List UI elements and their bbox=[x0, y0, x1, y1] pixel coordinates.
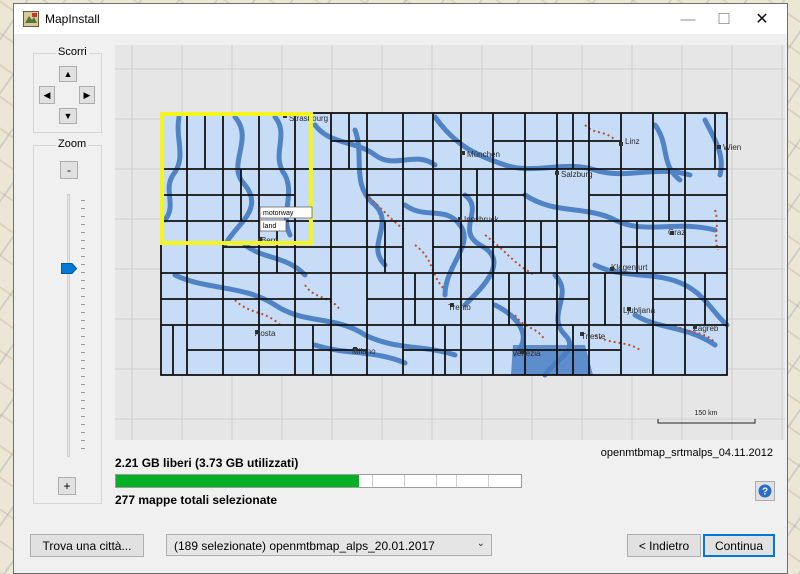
maximize-button[interactable]: ☐ bbox=[707, 4, 741, 34]
zoom-in-label: + bbox=[63, 479, 71, 493]
city-label-venezia: Venezia bbox=[512, 349, 541, 358]
city-label-graz: Graz bbox=[668, 228, 685, 237]
back-button[interactable]: < Indietro bbox=[627, 534, 701, 557]
arrow-right-icon: ▶ bbox=[83, 89, 91, 100]
arrow-down-icon: ▼ bbox=[63, 111, 73, 121]
help-button[interactable]: ? bbox=[755, 481, 775, 501]
city-label-innsbruck: Innsbruck bbox=[464, 215, 500, 224]
tooltip-line-1: motorway bbox=[263, 210, 294, 217]
city-label-milano: Milano bbox=[352, 347, 376, 356]
progress-segment bbox=[456, 475, 457, 487]
zoom-slider-track[interactable] bbox=[67, 194, 70, 457]
minimize-button[interactable]: — bbox=[671, 4, 705, 34]
city-label-aosta: Aosta bbox=[255, 329, 276, 338]
city-label-trento: Trento bbox=[448, 303, 471, 312]
scroll-group-label: Scorri bbox=[56, 46, 89, 58]
zoom-in-button[interactable]: + bbox=[58, 477, 76, 495]
help-icon: ? bbox=[758, 484, 772, 498]
arrow-up-icon: ▲ bbox=[63, 69, 73, 79]
map-canvas[interactable]: Strasbourg München Salzburg Linz Wien In… bbox=[115, 45, 785, 440]
city-label-trieste: Trieste bbox=[581, 332, 606, 341]
city-label-wien: Wien bbox=[723, 143, 741, 152]
city-label-munchen: München bbox=[467, 150, 500, 159]
continue-button[interactable]: Continua bbox=[703, 534, 775, 557]
zoom-slider-thumb[interactable] bbox=[61, 262, 77, 274]
free-space-label: 2.21 GB liberi (3.73 GB utilizzati) bbox=[115, 456, 299, 470]
zoom-out-button[interactable]: - bbox=[60, 161, 78, 179]
scale-label: 150 km bbox=[695, 410, 718, 417]
chevron-down-icon: ⌄ bbox=[476, 538, 485, 549]
disk-usage-progress bbox=[115, 474, 522, 488]
back-label: < Indietro bbox=[638, 538, 690, 553]
city-label-salzburg: Salzburg bbox=[561, 170, 593, 179]
find-city-label: Trova una città... bbox=[42, 538, 132, 553]
scroll-up-button[interactable]: ▲ bbox=[59, 66, 77, 82]
selected-maps-count: 277 mappe totali selezionate bbox=[115, 493, 278, 507]
map-version-label: openmtbmap_srtmalps_04.11.2012 bbox=[600, 447, 773, 459]
progress-segment bbox=[372, 475, 373, 487]
progress-segment bbox=[488, 475, 489, 487]
maximize-icon: ☐ bbox=[717, 11, 731, 28]
map-view[interactable]: Strasbourg München Salzburg Linz Wien In… bbox=[115, 45, 785, 440]
zoom-slider-ticks bbox=[81, 200, 85, 454]
tooltip-line-2: land bbox=[263, 223, 276, 230]
city-label-klagenfurt: Klagenfurt bbox=[611, 263, 648, 272]
zoom-out-label: - bbox=[67, 163, 71, 177]
title-bar: MapInstall — ☐ ✕ bbox=[14, 4, 787, 34]
progress-segment bbox=[404, 475, 405, 487]
city-label-linz: Linz bbox=[625, 137, 640, 146]
continue-label: Continua bbox=[714, 538, 764, 553]
map-select-dropdown[interactable]: (189 selezionate) openmtbmap_alps_20.01.… bbox=[166, 534, 492, 556]
scroll-left-button[interactable]: ◀ bbox=[39, 86, 55, 104]
arrow-left-icon: ◀ bbox=[43, 89, 51, 100]
find-city-button[interactable]: Trova una città... bbox=[30, 534, 144, 557]
svg-text:?: ? bbox=[762, 487, 768, 498]
zoom-group-label: Zoom bbox=[56, 138, 89, 150]
mapinstall-app-icon bbox=[23, 11, 39, 27]
progress-segment bbox=[436, 475, 437, 487]
map-scale-bar: 150 km bbox=[657, 410, 756, 424]
scroll-down-button[interactable]: ▼ bbox=[59, 108, 77, 124]
city-label-ljubljana: Ljubljana bbox=[623, 306, 656, 315]
disk-usage-fill bbox=[116, 475, 359, 487]
mapinstall-window: MapInstall — ☐ ✕ Scorri ▲ ◀ ▶ ▼ Zoom - + bbox=[13, 3, 788, 574]
window-title: MapInstall bbox=[45, 12, 100, 26]
close-icon: ✕ bbox=[755, 11, 769, 28]
minimize-icon: — bbox=[680, 10, 696, 28]
close-button[interactable]: ✕ bbox=[745, 4, 779, 34]
scroll-right-button[interactable]: ▶ bbox=[79, 86, 95, 104]
city-label-zagreb: Zagreb bbox=[693, 324, 719, 333]
map-select-value: (189 selezionate) openmtbmap_alps_20.01.… bbox=[174, 539, 435, 553]
scroll-group: Scorri ▲ ◀ ▶ ▼ bbox=[33, 46, 102, 133]
